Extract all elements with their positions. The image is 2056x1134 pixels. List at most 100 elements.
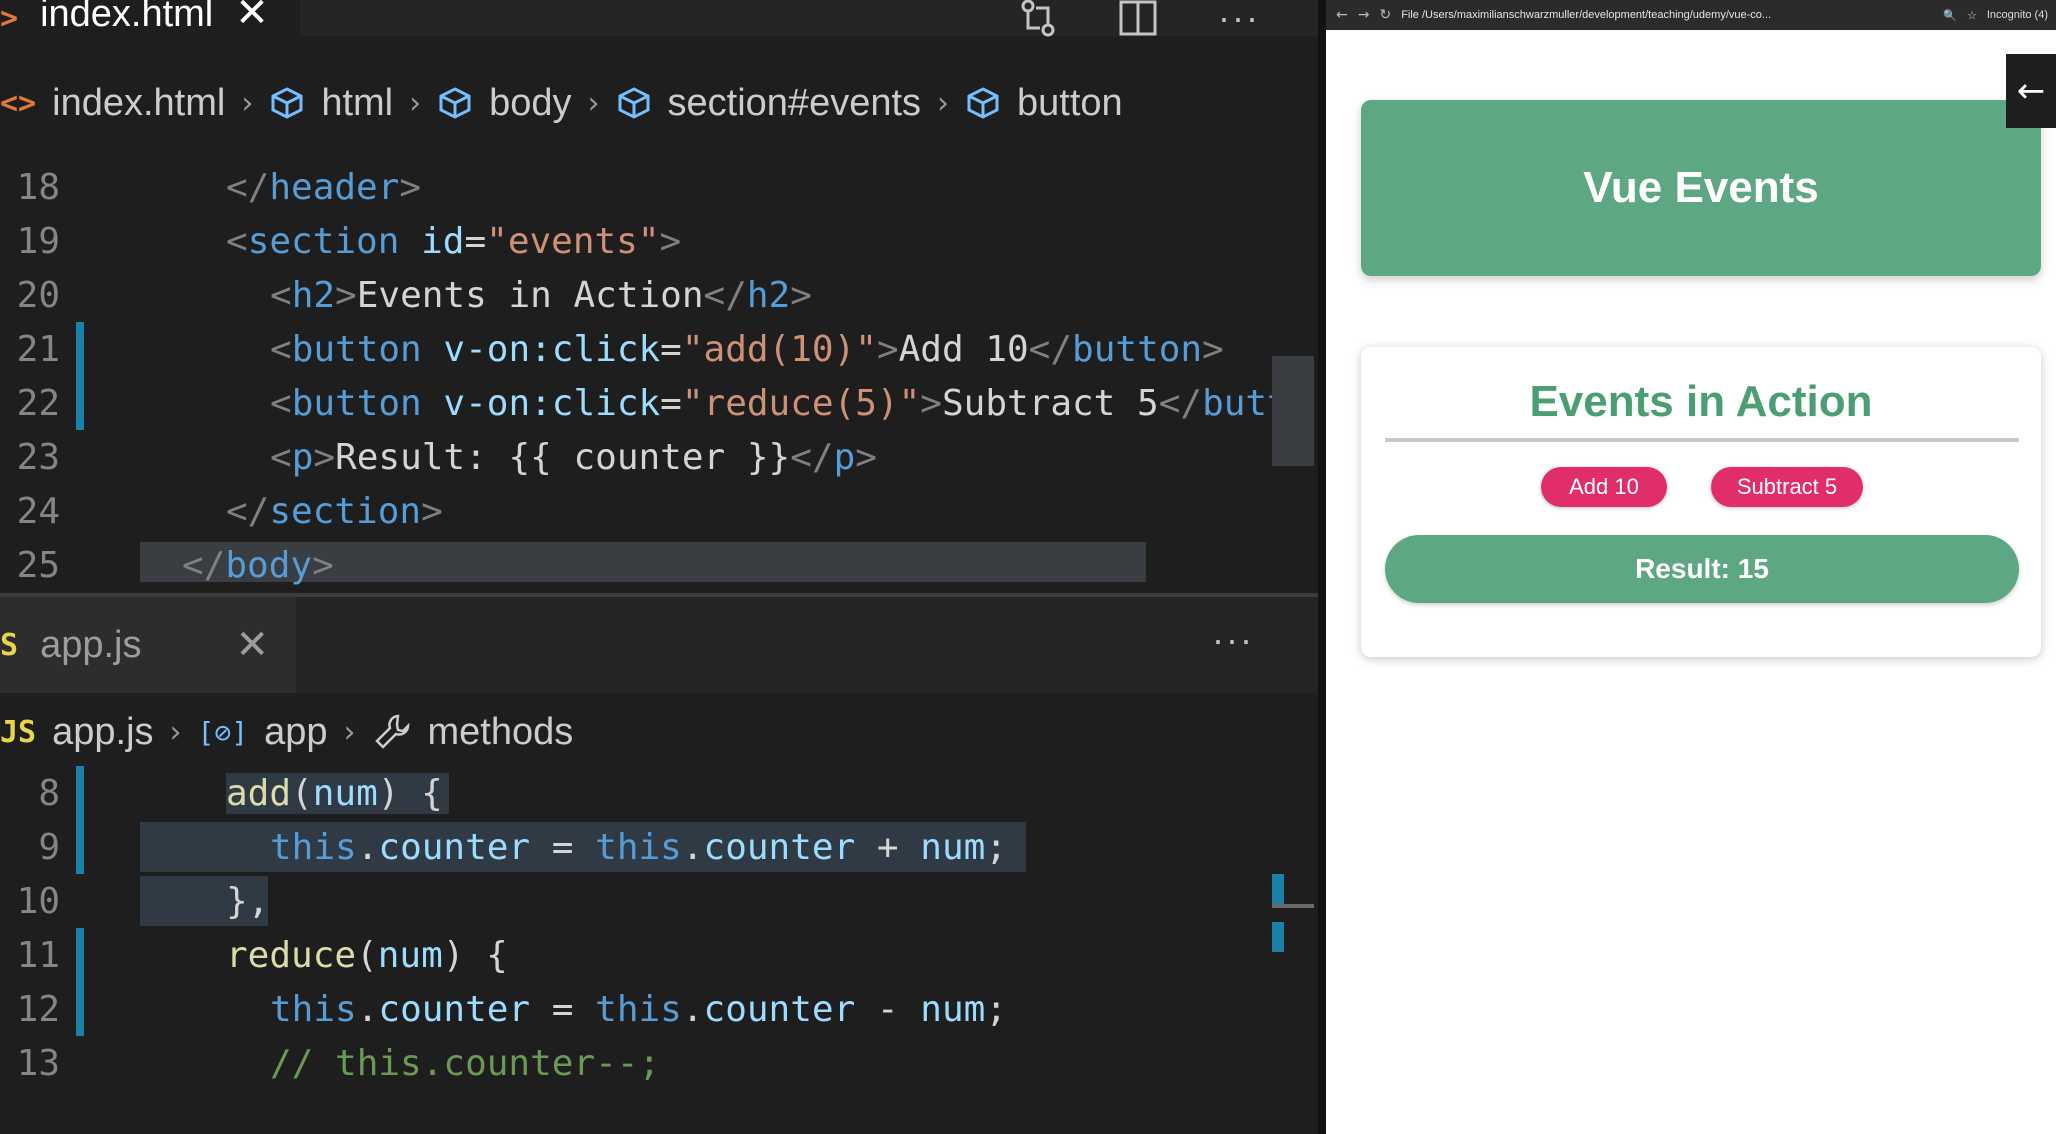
code-line: 25 </body> — [0, 538, 1318, 592]
js-file-icon: S — [0, 627, 19, 663]
back-icon[interactable]: ← — [1336, 7, 1348, 23]
tab-label: index.html — [40, 0, 214, 35]
code-text: this.counter = this.counter - num; — [270, 988, 1007, 1030]
modified-gutter-marker — [76, 322, 84, 376]
code-text: // this.counter--; — [270, 1042, 661, 1084]
code-line: 23 <p>Result: {{ counter }}</p> — [0, 430, 1318, 484]
arrow-left-icon[interactable]: ← — [2006, 54, 2056, 128]
modified-gutter-marker — [76, 376, 84, 430]
incognito-badge[interactable]: Incognito (4) — [1987, 9, 2048, 21]
breadcrumb-item[interactable]: methods — [428, 711, 574, 754]
more-actions-icon[interactable]: ··· — [1218, 0, 1260, 39]
chevron-right-icon: › — [937, 85, 950, 121]
code-line: 22 <button v-on:click="reduce(5)">Subtra… — [0, 376, 1318, 430]
editor-actions: ··· — [1018, 0, 1260, 39]
close-icon[interactable]: ✕ — [235, 0, 269, 36]
code-line: 12 this.counter = this.counter - num; — [0, 982, 1318, 1036]
html-file-icon: <> — [0, 85, 37, 121]
code-text: <button v-on:click="add(10)">Add 10</but… — [270, 328, 1224, 370]
chevron-right-icon: › — [343, 714, 356, 750]
forward-icon[interactable]: → — [1358, 7, 1370, 23]
vertical-scrollbar-thumb[interactable] — [1272, 356, 1314, 466]
line-number: 20 — [16, 274, 60, 316]
modified-gutter-marker — [76, 820, 84, 874]
code-line: 8 add(num) { — [0, 766, 1318, 820]
breadcrumb-item[interactable]: section#events — [668, 82, 922, 125]
code-text: <p>Result: {{ counter }}</p> — [270, 436, 877, 478]
code-text: </body> — [182, 544, 334, 586]
code-text: this.counter = this.counter + num; — [270, 826, 1007, 868]
code-area-html[interactable]: 18 </header> 19 <section id="events"> 20… — [0, 132, 1318, 593]
code-text: add(num) { — [226, 772, 449, 814]
element-icon — [269, 85, 305, 121]
result-display: Result: 15 — [1385, 535, 2019, 603]
variable-icon: [⊘] — [197, 715, 249, 749]
breadcrumb-item[interactable]: html — [321, 82, 393, 125]
more-actions-icon[interactable]: ··· — [1212, 619, 1254, 661]
line-number: 24 — [16, 490, 60, 532]
star-icon[interactable]: ☆ — [1967, 9, 1977, 22]
code-line: 13 // this.counter--; — [0, 1036, 1318, 1090]
line-number: 13 — [16, 1042, 60, 1084]
chevron-right-icon: › — [169, 714, 182, 750]
code-line: 9 this.counter = this.counter + num; — [0, 820, 1318, 874]
code-line: 20 <h2>Events in Action</h2> — [0, 268, 1318, 322]
split-divider[interactable] — [1318, 0, 1326, 1134]
code-line: 11 reduce(num) { — [0, 928, 1318, 982]
editor-tabbar-bottom: S app.js ✕ ··· — [0, 597, 1318, 693]
code-editor: > index.html ✕ ··· <> index.html › html … — [0, 0, 1318, 1134]
wrench-icon — [372, 712, 412, 752]
code-line: 21 <button v-on:click="add(10)">Add 10</… — [0, 322, 1318, 376]
js-file-icon: JS — [0, 714, 37, 750]
line-number: 10 — [16, 880, 60, 922]
line-number: 11 — [16, 934, 60, 976]
modified-gutter-marker — [76, 766, 84, 820]
code-text: <h2>Events in Action</h2> — [270, 274, 812, 316]
add-10-button[interactable]: Add 10 — [1541, 467, 1667, 507]
breadcrumb: <> index.html › html › body › section#ev… — [0, 76, 1318, 130]
line-number: 8 — [38, 772, 60, 814]
element-icon — [965, 85, 1001, 121]
element-icon — [616, 85, 652, 121]
chevron-right-icon: › — [241, 85, 254, 121]
html-file-icon: > — [0, 1, 19, 36]
split-editor-icon[interactable] — [1118, 0, 1158, 38]
reload-icon[interactable]: ↻ — [1379, 7, 1391, 23]
page-title: Vue Events — [1583, 163, 1819, 212]
overview-ruler-marker — [1272, 904, 1314, 908]
code-text: </section> — [226, 490, 443, 532]
tab-index-html[interactable]: > index.html ✕ — [0, 0, 300, 36]
line-number: 9 — [38, 826, 60, 868]
close-icon[interactable]: ✕ — [235, 622, 269, 668]
code-line: 19 <section id="events"> — [0, 214, 1318, 268]
editor-tabbar-top: > index.html ✕ ··· — [0, 0, 1318, 39]
code-line: 10 }, — [0, 874, 1318, 928]
address-bar[interactable]: File /Users/maximilianschwarzmuller/deve… — [1401, 9, 1771, 21]
events-section: Events in Action Add 10 Subtract 5 Resul… — [1361, 347, 2041, 657]
line-number: 22 — [16, 382, 60, 424]
code-line: 24 </section> — [0, 484, 1318, 538]
chevron-right-icon: › — [587, 85, 600, 121]
code-text: <section id="events"> — [226, 220, 682, 262]
browser-toolbar: ← → ↻ File /Users/maximilianschwarzmulle… — [1326, 0, 2056, 30]
chevron-right-icon: › — [409, 85, 422, 121]
tab-app-js[interactable]: S app.js ✕ — [0, 597, 296, 693]
breadcrumb: JS app.js › [⊘] app › methods — [0, 705, 1318, 759]
breadcrumb-item[interactable]: app — [264, 711, 327, 754]
breadcrumb-item[interactable]: body — [489, 82, 571, 125]
section-title: Events in Action — [1529, 377, 1873, 426]
code-text: </header> — [226, 166, 422, 208]
line-number: 25 — [16, 544, 60, 586]
line-number: 18 — [16, 166, 60, 208]
subtract-5-button[interactable]: Subtract 5 — [1711, 467, 1863, 507]
source-control-compare-icon[interactable] — [1018, 0, 1058, 38]
code-area-js[interactable]: 8 add(num) { 9 this.counter = this.count… — [0, 762, 1318, 1134]
zoom-icon[interactable]: 🔍 — [1943, 9, 1957, 22]
breadcrumb-item[interactable]: button — [1017, 82, 1123, 125]
modified-gutter-marker — [76, 928, 84, 982]
line-number: 21 — [16, 328, 60, 370]
breadcrumb-item[interactable]: app.js — [52, 711, 153, 754]
title-divider — [1385, 438, 2019, 442]
page-header: Vue Events — [1361, 100, 2041, 276]
breadcrumb-item[interactable]: index.html — [52, 82, 225, 125]
